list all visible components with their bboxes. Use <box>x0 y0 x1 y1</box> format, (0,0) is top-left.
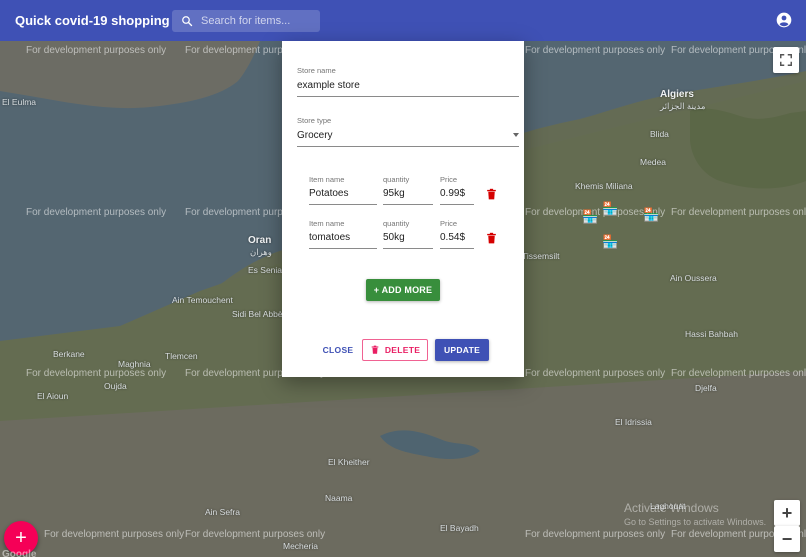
city-label: Ain Temouchent <box>172 295 233 305</box>
delete-button[interactable]: DELETE <box>362 339 428 361</box>
map-watermark: For development purposes only <box>26 207 167 218</box>
map-watermark: For development purposes only <box>185 207 282 218</box>
price-input[interactable]: 0.54$ <box>440 232 474 249</box>
map-watermark: For development purposes only <box>525 529 666 540</box>
map-watermark: For development purposes only <box>525 45 666 56</box>
city-label: Djelfa <box>695 383 717 393</box>
store-marker-icon[interactable]: 🏪 <box>602 234 618 250</box>
close-button[interactable]: CLOSE <box>318 339 358 361</box>
city-label: Oran <box>248 235 272 246</box>
search-input[interactable] <box>199 14 313 28</box>
app-title: Quick covid-19 shopping <box>15 13 170 28</box>
activate-title: Activate Windows <box>624 501 719 515</box>
edit-store-dialog: Store name example store Store type Groc… <box>282 41 524 377</box>
city-label: Naama <box>325 493 353 503</box>
city-label: Sidi Bel Abbès <box>232 309 287 319</box>
city-label: El Bayadh <box>440 523 479 533</box>
city-label: El Eulma <box>2 97 37 107</box>
item-name-input[interactable]: Potatoes <box>309 188 377 205</box>
quantity-input[interactable]: 50kg <box>383 232 433 249</box>
activate-windows-watermark: Activate Windows Go to Settings to activ… <box>624 501 766 527</box>
store-marker-icon[interactable]: 🏪 <box>582 209 598 225</box>
item-name-label: Item name <box>309 175 345 184</box>
quantity-label: quantity <box>383 175 410 184</box>
city-label: Blida <box>650 129 669 139</box>
zoom-in-button[interactable]: + <box>774 500 800 526</box>
trash-icon <box>371 345 379 354</box>
map-watermark: For development purposes only <box>525 368 666 379</box>
zoom-out-button[interactable]: − <box>774 526 800 552</box>
account-circle-icon <box>776 12 792 28</box>
search-box[interactable] <box>172 10 320 32</box>
city-label: El Idrissia <box>615 417 652 427</box>
city-label: Mecheria <box>283 541 318 551</box>
city-label: El Kheither <box>328 457 370 467</box>
store-marker-icon[interactable]: 🏪 <box>643 207 659 223</box>
store-type-label: Store type <box>297 116 332 125</box>
city-label: El Aioun <box>37 391 69 401</box>
city-label: مدينة الجزائر <box>660 101 706 111</box>
city-label: Tissemsilt <box>522 251 560 261</box>
map-watermark: For development purposes only <box>26 45 167 56</box>
map-watermark: For development purposes only <box>44 529 185 540</box>
city-label: Ain Sefra <box>205 507 240 517</box>
app-bar: Quick covid-19 shopping <box>0 0 806 41</box>
city-label: Khemis Miliana <box>575 181 633 191</box>
map-watermark: For development purposes only <box>26 368 167 379</box>
city-label: Berkane <box>53 349 85 359</box>
store-type-value: Grocery <box>297 130 333 141</box>
city-label: وهران <box>250 247 272 257</box>
city-label: Medea <box>640 157 666 167</box>
city-label: Tlemcen <box>165 351 198 361</box>
price-input[interactable]: 0.99$ <box>440 188 474 205</box>
search-icon <box>182 16 193 27</box>
google-logo: Google <box>2 549 37 557</box>
add-more-button[interactable]: + ADD MORE <box>366 279 440 301</box>
fullscreen-icon <box>780 54 792 66</box>
trash-icon[interactable] <box>485 188 498 201</box>
quantity-input[interactable]: 95kg <box>383 188 433 205</box>
quantity-label: quantity <box>383 219 410 228</box>
store-name-label: Store name <box>297 66 336 75</box>
city-label: Es Senia <box>248 265 283 275</box>
trash-icon[interactable] <box>485 232 498 245</box>
city-label: Oujda <box>104 381 127 391</box>
map-watermark: For development purposes only <box>185 529 326 540</box>
store-marker-icon[interactable]: 🏪 <box>602 201 618 217</box>
activate-subtitle: Go to Settings to activate Windows. <box>624 517 767 527</box>
fullscreen-button[interactable] <box>773 47 799 73</box>
dropdown-arrow-icon <box>513 133 519 137</box>
city-label: Maghnia <box>118 359 151 369</box>
store-name-input[interactable]: example store <box>297 80 519 97</box>
price-label: Price <box>440 175 458 184</box>
map-watermark: For development purposes only <box>671 368 806 379</box>
city-label: Hassi Bahbah <box>685 329 738 339</box>
store-type-select[interactable]: Grocery <box>297 130 519 147</box>
update-button[interactable]: UPDATE <box>435 339 489 361</box>
price-label: Price <box>440 219 458 228</box>
account-button[interactable] <box>776 12 792 33</box>
item-name-input[interactable]: tomatoes <box>309 232 377 249</box>
map-watermark: For development purposes only <box>671 207 806 218</box>
item-name-label: Item name <box>309 219 345 228</box>
city-label: Algiers <box>660 89 694 100</box>
city-label: Ain Oussera <box>670 273 717 283</box>
delete-label: DELETE <box>384 345 421 355</box>
